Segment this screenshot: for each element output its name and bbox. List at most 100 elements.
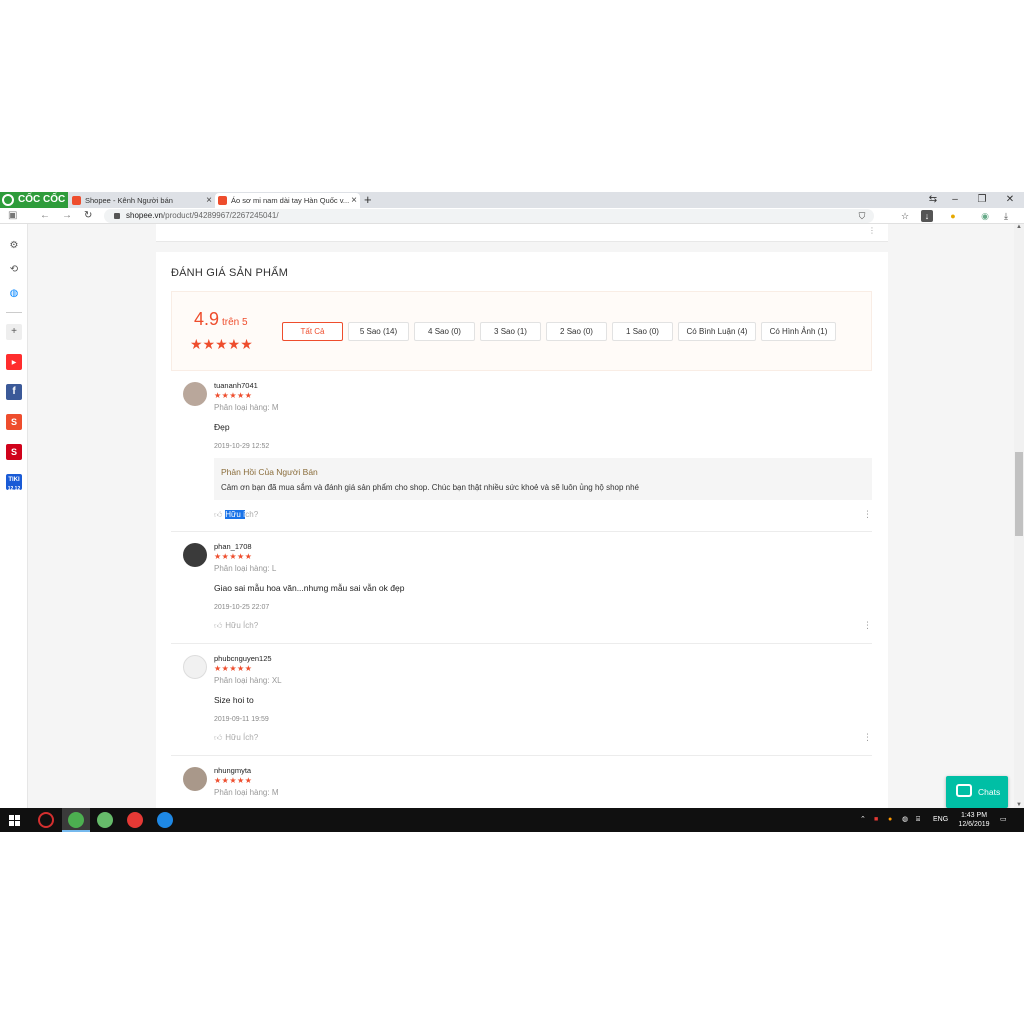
reload-icon[interactable]: ↻ <box>84 208 92 224</box>
back-arrow-icon[interactable]: ← <box>40 208 50 224</box>
tray-app-icon-3[interactable]: ◍ <box>902 808 908 832</box>
input-language[interactable]: ENG <box>933 808 948 832</box>
coccoc-taskbar-icon[interactable] <box>68 812 84 828</box>
more-options-icon[interactable]: ⋮ <box>863 620 872 631</box>
add-app-icon[interactable]: + <box>6 324 22 340</box>
tab-product-page[interactable]: Áo sơ mi nam dài tay Hàn Quốc v... × <box>215 193 360 208</box>
review-item: nhungmyta ★★★★★ Phân loại hàng: M <box>171 757 872 808</box>
app-taskbar-icon[interactable] <box>127 812 143 828</box>
facebook-icon[interactable]: f <box>6 384 22 400</box>
review-username: phan_1708 <box>214 542 252 551</box>
helpful-selected-text: Hữu í <box>225 510 246 519</box>
shopee-app-icon[interactable]: S <box>6 414 22 430</box>
helpful-button[interactable]: 👍︎ Hữu Ích? <box>214 621 258 631</box>
filter-5-star[interactable]: 5 Sao (14) <box>348 322 409 341</box>
shield-icon[interactable]: ⛉ <box>856 210 868 222</box>
filter-2-star[interactable]: 2 Sao (0) <box>546 322 607 341</box>
close-window-icon[interactable]: ✕ <box>1003 192 1017 208</box>
helpful-button[interactable]: 👍︎ Hữu Ích? <box>214 733 258 743</box>
download-video-icon[interactable]: ↓ <box>921 210 933 222</box>
messenger-icon[interactable]: ◍ <box>6 286 22 302</box>
tray-expand-icon[interactable]: ⌃ <box>860 808 866 832</box>
avatar[interactable] <box>183 655 207 679</box>
tiki-line2: 12.12 <box>7 486 21 492</box>
history-icon[interactable]: ⟲ <box>6 262 22 278</box>
review-stars: ★★★★★ <box>214 664 253 673</box>
downloads-icon[interactable]: ⤓ <box>1000 210 1012 222</box>
review-variation: Phân loại hàng: M <box>214 788 279 797</box>
tab-shopee-seller[interactable]: Shopee - Kênh Người bán × <box>69 193 215 208</box>
review-stars: ★★★★★ <box>214 552 253 561</box>
new-tab-plus-icon[interactable]: + <box>364 192 372 208</box>
review-variation: Phân loại hàng: M <box>214 403 279 412</box>
network-icon[interactable]: ⌸ <box>916 808 920 832</box>
restore-icon[interactable]: ❐ <box>975 192 989 208</box>
more-options-icon[interactable]: ⋮ <box>863 509 872 520</box>
section-title: ĐÁNH GIÁ SẢN PHẨM <box>171 267 289 279</box>
review-variation: Phân loại hàng: L <box>214 564 277 573</box>
zalo-taskbar-icon[interactable] <box>157 812 173 828</box>
youtube-icon[interactable]: ▶ <box>6 354 22 370</box>
avatar[interactable] <box>183 543 207 567</box>
sidebar-divider <box>6 312 22 313</box>
avatar[interactable] <box>183 382 207 406</box>
scroll-up-icon[interactable]: ▲ <box>1016 224 1022 230</box>
profile-icon[interactable]: ◉ <box>979 210 991 222</box>
tiki-app-icon[interactable]: TIKI 12.12 <box>6 474 22 492</box>
filter-4-star[interactable]: 4 Sao (0) <box>414 322 475 341</box>
filter-all[interactable]: Tất Cả <box>282 322 343 341</box>
review-username: phubcnguyen125 <box>214 654 272 663</box>
review-comment: Giao sai mẫu hoa văn...nhưng mẫu sai vẫn… <box>214 583 405 593</box>
review-variation: Phân loại hàng: XL <box>214 676 282 685</box>
minimize-icon[interactable]: – <box>948 192 962 208</box>
clock-date: 12/6/2019 <box>958 821 990 828</box>
helpful-text: Hữu Ích? <box>225 621 259 630</box>
brand-name: CỐC CỐC <box>18 194 66 205</box>
review-time: 2019-09-11 19:59 <box>214 716 269 723</box>
thumbs-up-icon: 👍︎ <box>214 621 223 630</box>
previous-section-card: ⋮ <box>156 224 888 242</box>
url-host: shopee.vn <box>126 211 163 220</box>
seller-reply-title: Phản Hồi Của Người Bán <box>221 467 318 477</box>
alert-extension-icon[interactable]: ● <box>947 210 959 222</box>
notifications-icon[interactable]: ▭ <box>1000 808 1007 832</box>
system-clock[interactable]: 1:43 PM 12/6/2019 <box>954 811 994 829</box>
chat-button[interactable]: Chats <box>946 776 1008 808</box>
avatar[interactable] <box>183 767 207 791</box>
bookmark-star-icon[interactable]: ☆ <box>899 210 911 222</box>
filter-with-images[interactable]: Có Hình Ảnh (1) <box>761 322 836 341</box>
browser-sidebar: ⚙ ⟲ ◍ + ▶ f S S TIKI 12.12 <box>0 224 28 808</box>
page-scrollbar[interactable]: ▲ ▼ <box>1014 224 1024 808</box>
scrollbar-thumb[interactable] <box>1015 452 1023 536</box>
more-options-icon[interactable]: ⋮ <box>863 732 872 743</box>
review-username: tuananh7041 <box>214 381 258 390</box>
rating-score-suffix: trên 5 <box>222 317 248 328</box>
review-stars: ★★★★★ <box>214 391 253 400</box>
garena-app-icon[interactable] <box>38 812 54 828</box>
more-options-icon[interactable]: ⋮ <box>868 226 876 235</box>
coccoc-menu-button[interactable]: CỐC CỐC <box>0 192 68 208</box>
lock-icon <box>114 213 120 219</box>
sidebar-toggle-icon[interactable]: ▣ <box>8 208 17 224</box>
settings-gear-icon[interactable]: ⚙ <box>6 238 22 254</box>
tray-app-icon-2[interactable]: ● <box>888 808 892 832</box>
close-icon[interactable]: × <box>351 193 357 208</box>
helpful-button[interactable]: 👍︎ Hữu ích? <box>214 510 258 520</box>
filter-3-star[interactable]: 3 Sao (1) <box>480 322 541 341</box>
rating-stars: ★★★★★ <box>190 336 253 352</box>
tray-app-icon[interactable]: ■ <box>874 808 878 832</box>
close-icon[interactable]: × <box>206 193 212 208</box>
url-input[interactable]: shopee.vn/product/94289967/2267245041/ ⛉ <box>104 209 874 223</box>
filter-with-comments[interactable]: Có Bình Luận (4) <box>678 322 756 341</box>
review-item: phubcnguyen125 ★★★★★ Phân loại hàng: XL … <box>171 645 872 756</box>
chat-label: Chats <box>978 787 1001 797</box>
tab-search-icon[interactable]: ⇆ <box>926 192 940 208</box>
sendo-app-icon[interactable]: S <box>6 444 22 460</box>
shopee-favicon-icon <box>72 196 81 205</box>
forward-arrow-icon[interactable]: → <box>62 208 72 224</box>
thumbs-up-icon: 👍︎ <box>214 733 223 742</box>
windows-start-icon[interactable] <box>9 815 20 826</box>
address-bar: ▣ ← → ↻ shopee.vn/product/94289967/22672… <box>0 208 1024 224</box>
filter-1-star[interactable]: 1 Sao (0) <box>612 322 673 341</box>
coccoc-taskbar-icon-2[interactable] <box>97 812 113 828</box>
